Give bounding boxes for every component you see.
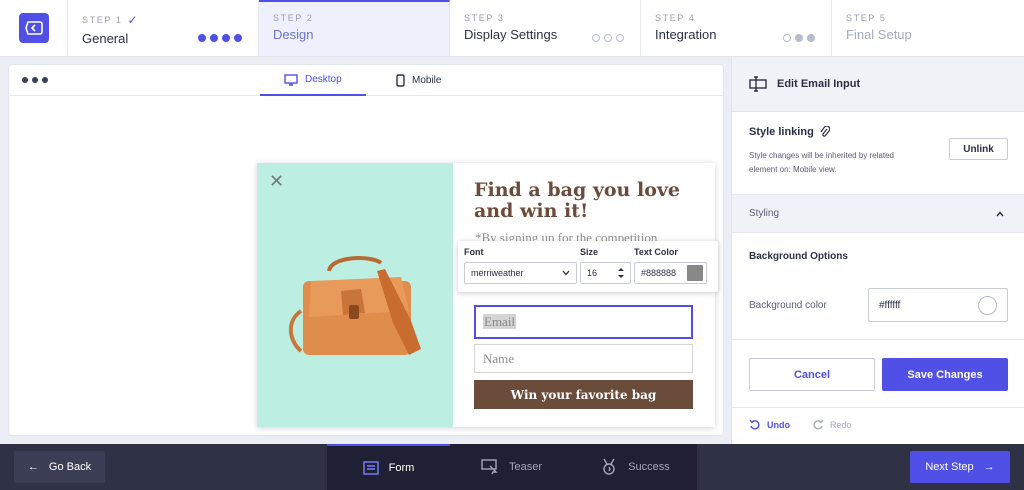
popup-image-panel: ✕ bbox=[257, 163, 453, 427]
size-label: Size bbox=[580, 247, 599, 257]
redo-button[interactable]: Redo bbox=[812, 419, 852, 430]
more-menu-icon[interactable] bbox=[22, 77, 48, 83]
step-general[interactable]: STEP 1 ✓ General bbox=[68, 0, 259, 56]
step-integration[interactable]: STEP 4 Integration bbox=[641, 0, 832, 56]
step-final-setup[interactable]: STEP 5 Final Setup bbox=[832, 0, 1024, 56]
preview-canvas: Desktop Mobile ✕ Find a bag you love and… bbox=[9, 65, 723, 435]
tab-teaser[interactable]: Teaser bbox=[450, 444, 573, 490]
style-linking-title: Style linking bbox=[749, 126, 814, 138]
next-step-label: Next Step bbox=[925, 461, 974, 473]
step-title: Design bbox=[273, 27, 314, 42]
undo-button[interactable]: Undo bbox=[749, 419, 790, 430]
email-placeholder: Email bbox=[483, 314, 517, 329]
styling-accordion[interactable]: Styling bbox=[732, 195, 1024, 232]
style-linking-section: Style linking Style changes will be inhe… bbox=[732, 112, 1024, 195]
step-number: STEP 2 bbox=[273, 13, 314, 23]
desktop-icon bbox=[284, 73, 298, 86]
color-value: #888888 bbox=[641, 268, 677, 278]
size-value: 16 bbox=[587, 268, 598, 278]
size-stepper[interactable]: 16 bbox=[580, 262, 631, 284]
tab-label: Success bbox=[628, 461, 670, 473]
arrow-right-icon: → bbox=[983, 461, 995, 473]
mobile-icon bbox=[396, 74, 405, 87]
tab-form[interactable]: Form bbox=[327, 444, 450, 490]
redo-label: Redo bbox=[830, 419, 852, 430]
font-label: Font bbox=[464, 247, 484, 257]
logo-area bbox=[0, 0, 68, 56]
text-color-label: Text Color bbox=[634, 247, 678, 257]
panel-title: Edit Email Input bbox=[777, 78, 861, 90]
next-step-button[interactable]: Next Step → bbox=[910, 451, 1010, 483]
edit-panel: Edit Email Input Style linking Style cha… bbox=[731, 57, 1024, 444]
tab-mobile[interactable]: Mobile bbox=[372, 65, 465, 96]
divider bbox=[732, 407, 1024, 408]
style-linking-desc: Style changes will be inherited by relat… bbox=[749, 151, 894, 174]
font-value: merriweather bbox=[471, 268, 524, 278]
redo-icon bbox=[813, 419, 824, 430]
progress-dots bbox=[783, 34, 815, 42]
font-select[interactable]: merriweather bbox=[464, 262, 577, 284]
progress-dots bbox=[592, 34, 624, 42]
text-input-icon bbox=[749, 76, 767, 92]
chevron-up-icon bbox=[996, 210, 1004, 216]
step-number: STEP 4 bbox=[655, 13, 696, 23]
tab-desktop[interactable]: Desktop bbox=[260, 65, 366, 96]
email-field[interactable]: Email bbox=[474, 305, 693, 339]
tab-success[interactable]: Success bbox=[573, 444, 697, 490]
checkmark-icon: ✓ bbox=[127, 13, 138, 27]
chevron-down-icon bbox=[562, 270, 570, 276]
unlink-button[interactable]: Unlink bbox=[949, 138, 1008, 160]
tab-label: Form bbox=[388, 462, 415, 474]
bag-image bbox=[288, 256, 421, 355]
close-icon[interactable]: ✕ bbox=[269, 172, 284, 190]
history-controls: Undo Redo bbox=[749, 419, 852, 430]
color-swatch[interactable] bbox=[687, 265, 703, 281]
cancel-button[interactable]: Cancel bbox=[749, 358, 875, 391]
go-back-button[interactable]: ← Go Back bbox=[14, 451, 105, 483]
step-design[interactable]: STEP 2 Design bbox=[259, 0, 450, 56]
text-color-input[interactable]: #888888 bbox=[634, 262, 707, 284]
name-field[interactable]: Name bbox=[474, 344, 693, 373]
undo-label: Undo bbox=[767, 419, 790, 430]
background-color-input[interactable]: #ffffff bbox=[868, 288, 1008, 322]
background-options-section: Background Options Background color #fff… bbox=[732, 232, 1024, 340]
tab-label: Teaser bbox=[508, 461, 543, 473]
background-options-title: Background Options bbox=[749, 251, 848, 262]
tab-label: Mobile bbox=[412, 75, 442, 86]
popup-headline[interactable]: Find a bag you love and win it! bbox=[474, 180, 689, 222]
save-changes-button[interactable]: Save Changes bbox=[882, 358, 1008, 391]
popup-preview: ✕ Find a bag you love and win it! *By si… bbox=[257, 163, 715, 427]
background-color-value: #ffffff bbox=[879, 299, 901, 311]
panel-header: Edit Email Input bbox=[732, 57, 1024, 112]
win-bag-button[interactable]: Win your favorite bag bbox=[474, 380, 693, 409]
step-number: STEP 1 bbox=[82, 15, 123, 25]
step-number: STEP 3 bbox=[464, 13, 505, 23]
background-color-label: Background color bbox=[749, 300, 827, 311]
tab-label: Desktop bbox=[305, 74, 342, 85]
app-logo-icon[interactable] bbox=[18, 13, 49, 43]
font-toolbar: Font Size Text Color merriweather 16 #88… bbox=[458, 241, 718, 292]
go-back-label: Go Back bbox=[48, 461, 92, 473]
canvas-header: Desktop Mobile bbox=[9, 65, 723, 96]
step-title: Final Setup bbox=[846, 27, 912, 42]
progress-dots bbox=[198, 34, 242, 42]
form-icon bbox=[362, 461, 379, 475]
step-display-settings[interactable]: STEP 3 Display Settings bbox=[450, 0, 641, 56]
styling-label: Styling bbox=[749, 208, 780, 219]
paperclip-icon bbox=[820, 126, 830, 137]
undo-icon bbox=[749, 419, 760, 430]
step-number: STEP 5 bbox=[846, 13, 887, 23]
steps-bar: STEP 1 ✓ General STEP 2 Design STEP 3 Dis… bbox=[0, 0, 1024, 57]
color-picker-swatch[interactable] bbox=[978, 295, 997, 315]
success-medal-icon bbox=[603, 458, 615, 475]
stepper-arrows-icon[interactable] bbox=[618, 267, 624, 279]
arrow-left-icon: ← bbox=[27, 461, 39, 473]
bottom-bar: ← Go Back Form Teaser Success Next Step … bbox=[0, 444, 1024, 490]
teaser-icon bbox=[481, 459, 498, 475]
